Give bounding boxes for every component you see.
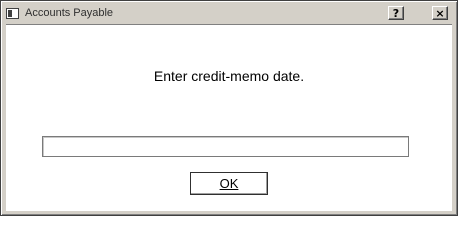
- close-button[interactable]: ×: [432, 6, 448, 20]
- help-icon: ?: [392, 6, 400, 20]
- credit-memo-date-input[interactable]: [42, 136, 409, 157]
- accounts-payable-dialog: Accounts Payable ? × Enter credit-memo d…: [0, 0, 458, 216]
- window-title: Accounts Payable: [25, 7, 114, 19]
- dialog-body: Enter credit-memo date. OK: [6, 24, 452, 211]
- title-bar[interactable]: Accounts Payable ? ×: [4, 4, 454, 22]
- app-window-icon[interactable]: [6, 7, 19, 19]
- ok-button[interactable]: OK: [190, 172, 268, 195]
- close-icon: ×: [435, 6, 445, 20]
- prompt-text: Enter credit-memo date.: [153, 68, 305, 84]
- help-button[interactable]: ?: [388, 6, 404, 20]
